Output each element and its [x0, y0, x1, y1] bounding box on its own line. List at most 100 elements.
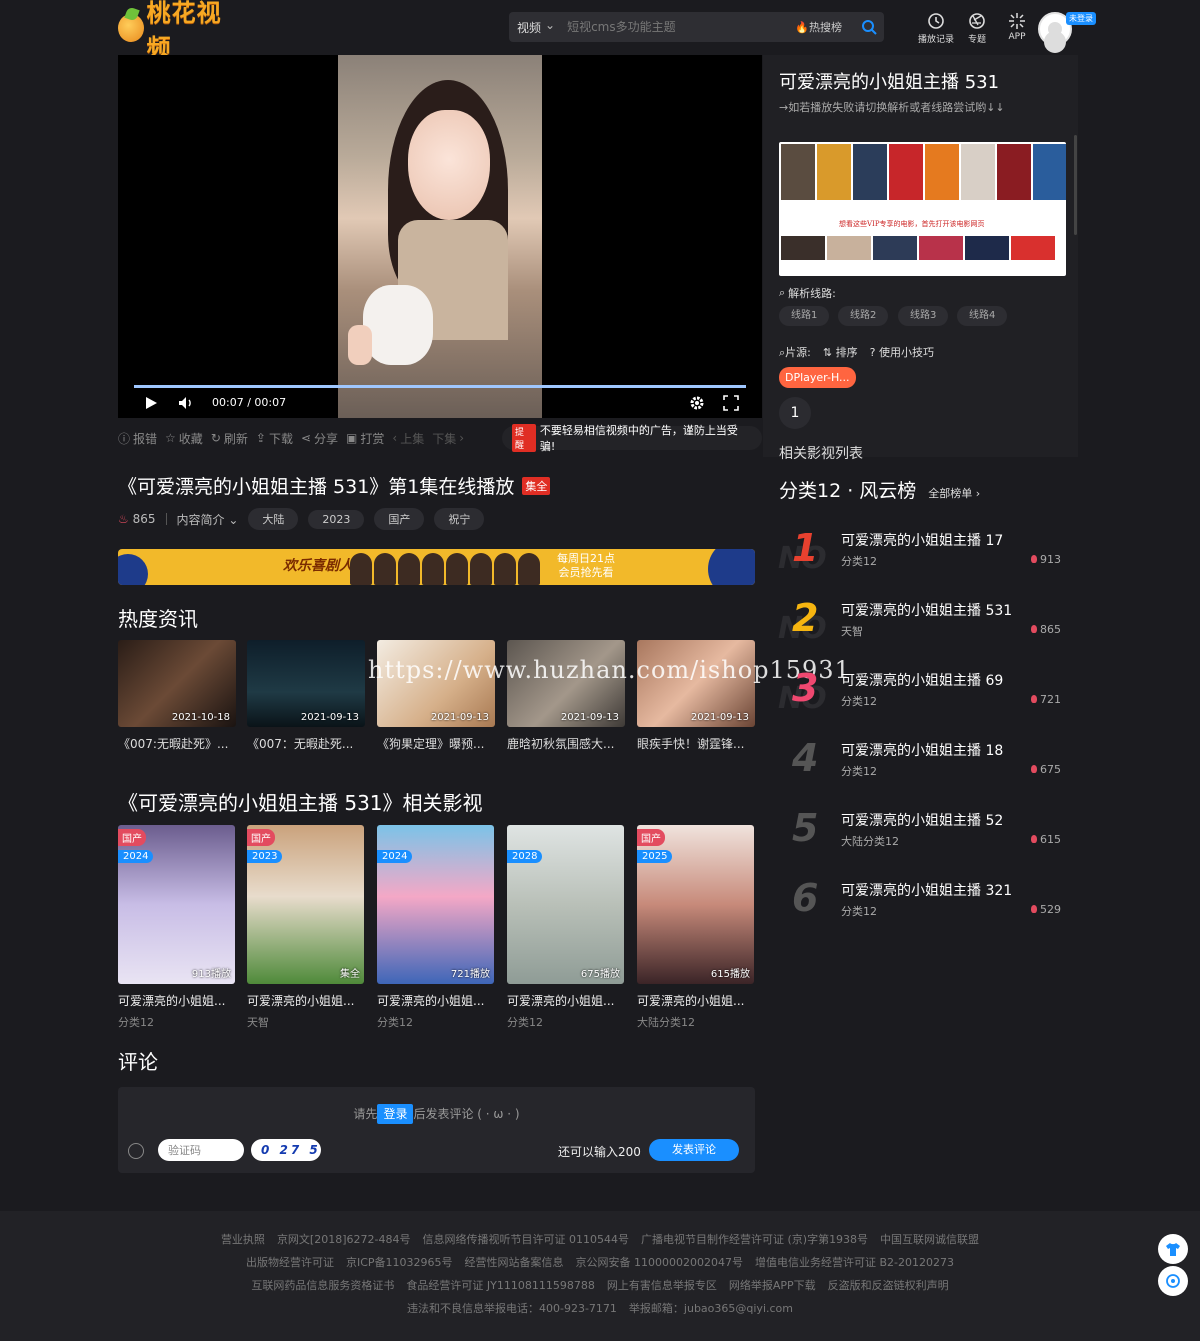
rank-item[interactable]: NO 1 可爱漂亮的小姐姐主播 17 分类12 913 — [778, 524, 1068, 576]
star-icon: ☆ — [165, 431, 176, 445]
source-tab[interactable]: DPlayer-H... — [779, 367, 856, 388]
rank-item[interactable]: NO 3 可爱漂亮的小姐姐主播 69 分类12 721 — [778, 664, 1068, 716]
captcha-image[interactable]: 0 27 5 — [251, 1139, 321, 1161]
coupon-icon: ▣ — [346, 431, 358, 445]
ad-banner[interactable]: 欢乐喜剧人 每周日21点 会员抢先看 — [118, 549, 755, 585]
news-card[interactable]: 2021-10-18 《007:无暇赴死》... — [118, 640, 236, 752]
sparkle-icon — [1009, 13, 1025, 29]
rank-item[interactable]: NO 2 可爱漂亮的小姐姐主播 531 天智 865 — [778, 594, 1068, 646]
video-title: 《可爱漂亮的小姐姐主播 531》第1集在线播放 集全 — [118, 472, 551, 499]
footer: 营业执照 京网文[2018]6272-484号 信息网络传播视听节目许可证 0110… — [0, 1211, 1200, 1341]
fullscreen-icon[interactable] — [723, 395, 739, 411]
tag-pill[interactable]: 国产 — [374, 508, 425, 530]
related-list-heading: 相关影视列表 — [779, 446, 863, 462]
news-heading: 热度资讯 — [118, 607, 198, 631]
next-episode-button[interactable]: 下集 › — [432, 430, 464, 447]
fire-icon: ♨ — [118, 512, 129, 526]
news-thumbnail: 2021-10-18 — [118, 640, 236, 727]
line-button[interactable]: 线路3 — [898, 306, 949, 326]
share-icon: ⋖ — [300, 431, 312, 445]
progress-bar[interactable] — [134, 385, 746, 388]
rank-item[interactable]: 5 可爱漂亮的小姐姐主播 52 大陆分类12 615 — [778, 804, 1068, 856]
report-button[interactable]: ⓘ 报错 — [118, 430, 157, 447]
tips-button[interactable]: ? 使用小技巧 — [870, 344, 934, 360]
related-card[interactable]: 2028 675播放 可爱漂亮的小姐姐... 分类12 — [507, 825, 624, 1030]
hot-count: ♨ 865 — [118, 512, 156, 526]
favorite-button[interactable]: ☆ 收藏 — [165, 430, 203, 447]
reward-button[interactable]: ▣ 打赏 — [346, 430, 384, 447]
tag-pill[interactable]: 2023 — [308, 509, 365, 529]
play-icon[interactable] — [144, 396, 158, 410]
site-logo[interactable]: 桃花视频 — [118, 0, 238, 62]
parse-preview-image: 想看这些VIP专享的电影，首先打开该电影网页 — [779, 142, 1066, 276]
video-frame — [338, 55, 542, 418]
line-button[interactable]: 线路1 — [779, 306, 830, 326]
topic-button[interactable]: 专题 — [957, 12, 997, 45]
source-label: ⌕片源: — [779, 346, 811, 359]
line-button[interactable]: 线路2 — [838, 306, 889, 326]
help-icon: ? — [869, 346, 876, 359]
line-button[interactable]: 线路4 — [957, 306, 1008, 326]
source-row: ⌕片源: ⇅ 排序 ? 使用小技巧 — [779, 344, 934, 360]
fire-icon: 🔥 — [795, 21, 809, 34]
video-meta: ♨ 865 内容简介 ⌄ 大陆 2023 国产 祝宁 — [118, 508, 485, 530]
search-list-icon: ⌕ — [779, 286, 786, 299]
download-button[interactable]: ⇪ 下载 — [256, 430, 293, 447]
hot-search-link[interactable]: 🔥热搜榜 — [795, 19, 854, 35]
feedback-button[interactable] — [1158, 1266, 1188, 1296]
comment-box: 请先登录后发表评论 ( · ω · ) 0 27 5 还可以输入200 发表评论 — [118, 1087, 755, 1173]
chevron-right-icon: › — [459, 431, 465, 445]
banner-cast-image — [350, 553, 540, 585]
history-button[interactable]: 播放记录 — [916, 12, 956, 45]
news-thumbnail: 2021-09-13 — [247, 640, 365, 727]
login-status-badge: 未登录 — [1066, 12, 1096, 25]
tag-pill[interactable]: 祝宁 — [434, 508, 485, 530]
time-display: 00:07 / 00:07 — [212, 396, 287, 409]
poster: 2028 675播放 — [507, 825, 624, 984]
poster: 国产 2024 913播放 — [118, 825, 235, 984]
search-button[interactable] — [854, 12, 884, 42]
banner-logo: 欢乐喜剧人 — [283, 558, 353, 574]
related-card[interactable]: 国产 2024 913播放 可爱漂亮的小姐姐... 分类12 — [118, 825, 235, 1030]
user-icon — [1048, 22, 1062, 36]
refresh-icon: ↻ — [210, 431, 221, 445]
tag-pill[interactable]: 大陆 — [248, 508, 299, 530]
search-input[interactable] — [563, 20, 796, 34]
episode-button[interactable]: 1 — [779, 397, 811, 429]
refresh-button[interactable]: ↻ 刷新 — [211, 430, 248, 447]
chevron-left-icon: ‹ — [392, 431, 398, 445]
related-card[interactable]: 2024 721播放 可爱漂亮的小姐姐... 分类12 — [377, 825, 494, 1030]
sort-button[interactable]: ⇅ 排序 — [823, 344, 858, 360]
captcha-input[interactable] — [158, 1139, 244, 1161]
related-heading: 《可爱漂亮的小姐姐主播 531》相关影视 — [118, 791, 483, 815]
theme-button[interactable] — [1158, 1234, 1188, 1264]
rank-item[interactable]: 4 可爱漂亮的小姐姐主播 18 分类12 675 — [778, 734, 1068, 786]
emoji-icon[interactable] — [128, 1143, 144, 1159]
all-rankings-link[interactable]: 全部榜单 › — [928, 485, 980, 501]
news-card[interactable]: 2021-09-13 《007：无暇赴死... — [247, 640, 365, 752]
volume-icon[interactable] — [178, 396, 194, 410]
video-player[interactable]: 00:07 / 00:07 — [118, 55, 762, 418]
intro-toggle[interactable]: 内容简介 ⌄ — [177, 511, 239, 528]
headset-icon — [1166, 1274, 1180, 1288]
related-card[interactable]: 国产 2023 集全 可爱漂亮的小姐姐... 天智 — [247, 825, 364, 1030]
info-icon: ⓘ — [118, 431, 131, 446]
complete-badge: 集全 — [522, 476, 551, 495]
rank-header: 分类12 · 风云榜 全部榜单 › — [779, 480, 981, 502]
search-category-select[interactable]: 视频 — [509, 19, 563, 36]
submit-comment-button[interactable]: 发表评论 — [649, 1139, 739, 1161]
shirt-icon — [1166, 1243, 1180, 1256]
share-button[interactable]: ⋖ 分享 — [301, 430, 338, 447]
side-scrollbar[interactable] — [1074, 135, 1077, 235]
prev-episode-button[interactable]: ‹ 上集 — [392, 430, 424, 447]
sort-icon: ⇅ — [822, 346, 833, 359]
settings-gear-icon[interactable] — [689, 395, 705, 411]
comments-heading: 评论 — [118, 1050, 158, 1074]
related-card[interactable]: 国产 2025 615播放 可爱漂亮的小姐姐... 大陆分类12 — [637, 825, 754, 1030]
parse-label: ⌕ 解析线路: — [779, 286, 836, 300]
rank-item[interactable]: 6 可爱漂亮的小姐姐主播 321 分类12 529 — [778, 874, 1068, 926]
player-toolbar: ⓘ 报错 ☆ 收藏 ↻ 刷新 ⇪ 下载 ⋖ 分享 ▣ 打赏 ‹ 上集 下集 › 提醒 不要轻易相… — [118, 424, 762, 453]
app-button[interactable]: APP — [997, 12, 1037, 42]
login-button[interactable]: 登录 — [377, 1104, 414, 1124]
poster: 2024 721播放 — [377, 825, 494, 984]
